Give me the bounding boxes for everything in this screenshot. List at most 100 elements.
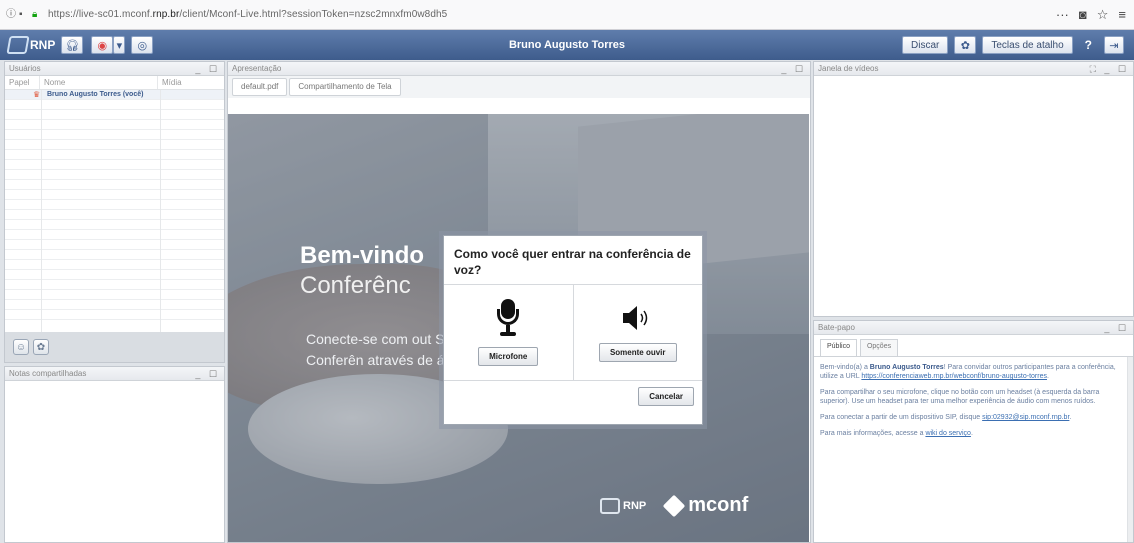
users-panel-title: Usuários xyxy=(9,64,41,73)
list-item xyxy=(5,100,224,110)
webcam-icon: ◉ xyxy=(97,39,108,52)
user-name: Bruno Augusto Torres (você) xyxy=(47,91,144,98)
webcam-button[interactable]: ◉ xyxy=(91,36,114,54)
audio-join-dialog: Como você quer entrar na conferência de … xyxy=(443,235,703,425)
list-item xyxy=(5,240,224,250)
user-settings-button[interactable]: ✿ xyxy=(33,339,49,355)
list-item xyxy=(5,220,224,230)
shortcuts-button[interactable]: Teclas de atalho xyxy=(982,36,1073,54)
browser-url-bar[interactable]: ⓘ ▪ 🔒︎ https://live-sc01.mconf.rnp.br/cl… xyxy=(0,0,1134,30)
list-item xyxy=(5,250,224,260)
app-top-bar: RNP 🎧︎ ◉ ▾ ◎ Bruno Augusto Torres Discar… xyxy=(0,30,1134,60)
col-name[interactable]: Nome xyxy=(40,76,158,89)
raise-hand-button[interactable]: ☺ xyxy=(13,339,29,355)
presentation-panel-title: Apresentação xyxy=(232,64,282,73)
dial-button[interactable]: Discar xyxy=(902,36,949,54)
sip-link[interactable]: sip:02932@sip.mconf.rnp.br xyxy=(982,414,1069,421)
chat-message: Bem-vindo(a) a Bruno Augusto Torres! Par… xyxy=(820,364,1116,380)
site-info[interactable]: ⓘ ▪ 🔒︎ xyxy=(6,8,42,20)
list-item xyxy=(5,300,224,310)
shared-notes-panel: Notas compartilhadas _ ☐ xyxy=(4,366,225,543)
bookmark-icon[interactable]: ☆ xyxy=(1097,7,1109,23)
window-controls[interactable]: _ ☐ xyxy=(195,64,220,74)
page-actions-icon[interactable]: ··· xyxy=(1056,7,1069,23)
camera-icon[interactable]: ▪ xyxy=(19,9,29,20)
column-divider xyxy=(160,90,161,362)
slide-mconf-logo: mconf xyxy=(662,494,748,517)
column-divider xyxy=(41,90,42,362)
record-button[interactable]: ◎ xyxy=(131,36,154,54)
list-item xyxy=(5,120,224,130)
slide-rnp-logo: RNP xyxy=(600,497,646,514)
tab-options[interactable]: Opções xyxy=(859,339,899,356)
window-controls[interactable]: ⛶ _ ☐ xyxy=(1090,64,1129,74)
notes-panel-title: Notas compartilhadas xyxy=(9,369,87,378)
list-item xyxy=(5,290,224,300)
record-icon: ◎ xyxy=(137,39,148,52)
video-panel: Janela de vídeos ⛶ _ ☐ xyxy=(813,61,1134,317)
chat-panel: Bate-papo _ ☐ Público Opções Bem-vindo(a)… xyxy=(813,320,1134,543)
list-item xyxy=(5,180,224,190)
window-controls[interactable]: _ ☐ xyxy=(781,64,806,74)
tab-default-pdf[interactable]: default.pdf xyxy=(232,78,288,96)
microphone-option[interactable]: Microfone xyxy=(444,285,573,380)
conference-url-link[interactable]: https://conferenciaweb.rnp.br/webconf/br… xyxy=(861,373,1047,380)
rnp-logo-icon xyxy=(600,497,620,514)
chat-panel-title: Bate-papo xyxy=(818,323,855,332)
col-role[interactable]: Papel xyxy=(5,76,40,89)
tab-screen-share[interactable]: Compartilhamento de Tela xyxy=(289,78,401,96)
user-row[interactable]: ♛ Bruno Augusto Torres (você) xyxy=(5,90,224,100)
mconf-logo-icon xyxy=(662,494,686,517)
list-item xyxy=(5,280,224,290)
slide-logos: RNP mconf xyxy=(600,494,748,517)
slide-title: Bem-vindo xyxy=(300,242,425,269)
moderator-icon: ♛ xyxy=(33,90,41,99)
microphone-icon xyxy=(496,299,520,337)
logout-button[interactable]: ⇥ xyxy=(1104,36,1124,54)
users-panel: Usuários _ ☐ Papel Nome Mídia ♛ Bruno Aug… xyxy=(4,61,225,363)
list-item xyxy=(5,310,224,320)
headset-icon: 🎧︎ xyxy=(65,39,80,52)
gear-icon: ✿ xyxy=(960,39,970,52)
rnp-logo-icon xyxy=(6,36,30,54)
help-button[interactable]: ? xyxy=(1079,38,1098,52)
list-item xyxy=(5,260,224,270)
url-text[interactable]: https://live-sc01.mconf.rnp.br/client/Mc… xyxy=(48,9,447,20)
users-toolbar: ☺ ✿ xyxy=(5,332,224,362)
cancel-button[interactable]: Cancelar xyxy=(638,387,694,406)
window-controls[interactable]: _ ☐ xyxy=(1104,323,1129,333)
chat-message: Para mais informações, acesse a wiki do … xyxy=(820,430,973,437)
list-item xyxy=(5,130,224,140)
list-item xyxy=(5,230,224,240)
listen-only-option[interactable]: Somente ouvir xyxy=(572,285,703,380)
emoji-icon: ☺ xyxy=(15,341,27,353)
pocket-icon[interactable]: ◙ xyxy=(1079,7,1087,23)
logout-icon: ⇥ xyxy=(1109,39,1119,52)
info-icon[interactable]: ⓘ xyxy=(6,9,16,20)
list-item xyxy=(5,150,224,160)
menu-icon[interactable]: ≡ xyxy=(1118,7,1126,23)
chat-scrollbar[interactable] xyxy=(1127,357,1133,542)
col-media[interactable]: Mídia xyxy=(158,76,224,89)
window-controls[interactable]: _ ☐ xyxy=(195,369,220,379)
list-item xyxy=(5,160,224,170)
list-item xyxy=(5,170,224,180)
list-item xyxy=(5,200,224,210)
list-item xyxy=(5,190,224,200)
lock-icon: 🔒︎ xyxy=(32,8,38,20)
webcam-dropdown[interactable]: ▾ xyxy=(113,36,126,54)
wiki-link[interactable]: wiki do serviço xyxy=(925,430,971,437)
rnp-logo: RNP xyxy=(6,36,55,54)
list-item xyxy=(5,140,224,150)
slide-subtitle: Conferênc xyxy=(300,272,411,299)
headset-button[interactable]: 🎧︎ xyxy=(61,36,84,54)
dialog-question: Como você quer entrar na conferência de … xyxy=(444,236,702,285)
chat-messages: Bem-vindo(a) a Bruno Augusto Torres! Par… xyxy=(814,357,1133,438)
settings-button[interactable]: ✿ xyxy=(954,36,977,54)
gear-icon: ✿ xyxy=(36,341,46,353)
chat-message: Para compartilhar o seu microfone, cliqu… xyxy=(820,389,1100,405)
listen-only-button[interactable]: Somente ouvir xyxy=(598,343,677,362)
microphone-button[interactable]: Microfone xyxy=(478,347,539,366)
speaker-icon xyxy=(622,306,647,330)
tab-public[interactable]: Público xyxy=(820,339,857,356)
